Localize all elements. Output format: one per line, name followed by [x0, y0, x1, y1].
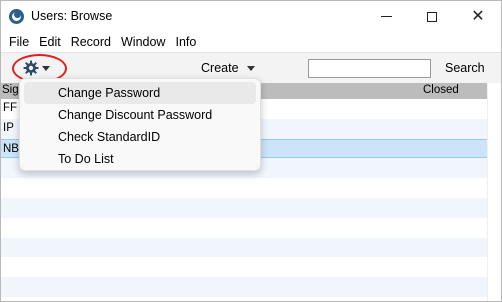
close-button[interactable]: ✕	[455, 1, 501, 32]
scrollbar[interactable]	[487, 83, 501, 301]
minimize-button[interactable]	[363, 1, 409, 32]
menu-edit[interactable]: Edit	[34, 35, 66, 49]
maximize-button[interactable]	[409, 1, 455, 32]
menu-info[interactable]: Info	[170, 35, 201, 49]
close-icon: ✕	[471, 7, 485, 25]
search-input[interactable]	[308, 59, 431, 78]
menu-file[interactable]: File	[4, 35, 34, 49]
app-logo-icon	[9, 9, 24, 24]
row-sign: IP	[3, 121, 14, 134]
empty-row	[1, 218, 487, 238]
title-bar[interactable]: Users: Browse ✕	[1, 1, 501, 32]
menu-window[interactable]: Window	[116, 35, 170, 49]
menu-item-change-password[interactable]: Change Password	[24, 82, 256, 104]
empty-row	[1, 197, 487, 218]
minimize-icon	[380, 16, 392, 17]
window-title: Users: Browse	[31, 9, 113, 23]
search-button[interactable]: Search	[445, 61, 485, 75]
empty-row	[1, 237, 487, 258]
menu-bar: File Edit Record Window Info	[1, 32, 501, 52]
menu-item-change-discount-password[interactable]: Change Discount Password	[24, 104, 256, 126]
maximize-icon	[427, 11, 437, 22]
menu-item-check-standardid[interactable]: Check StandardID	[24, 126, 256, 148]
empty-row	[1, 257, 487, 277]
column-header-closed[interactable]: Closed	[423, 84, 459, 96]
empty-row	[1, 277, 487, 297]
row-sign: NB	[3, 142, 19, 155]
chevron-down-icon	[246, 65, 255, 71]
create-label: Create	[201, 61, 239, 75]
browse-window: Users: Browse ✕ File Edit Record Window …	[0, 0, 502, 302]
empty-row	[1, 178, 487, 198]
create-button[interactable]: Create	[201, 61, 255, 75]
row-sign: FF	[3, 102, 18, 114]
operations-menu-popup: Change Password Change Discount Password…	[19, 78, 261, 171]
menu-item-to-do-list[interactable]: To Do List	[24, 148, 256, 170]
menu-record[interactable]: Record	[66, 35, 116, 49]
